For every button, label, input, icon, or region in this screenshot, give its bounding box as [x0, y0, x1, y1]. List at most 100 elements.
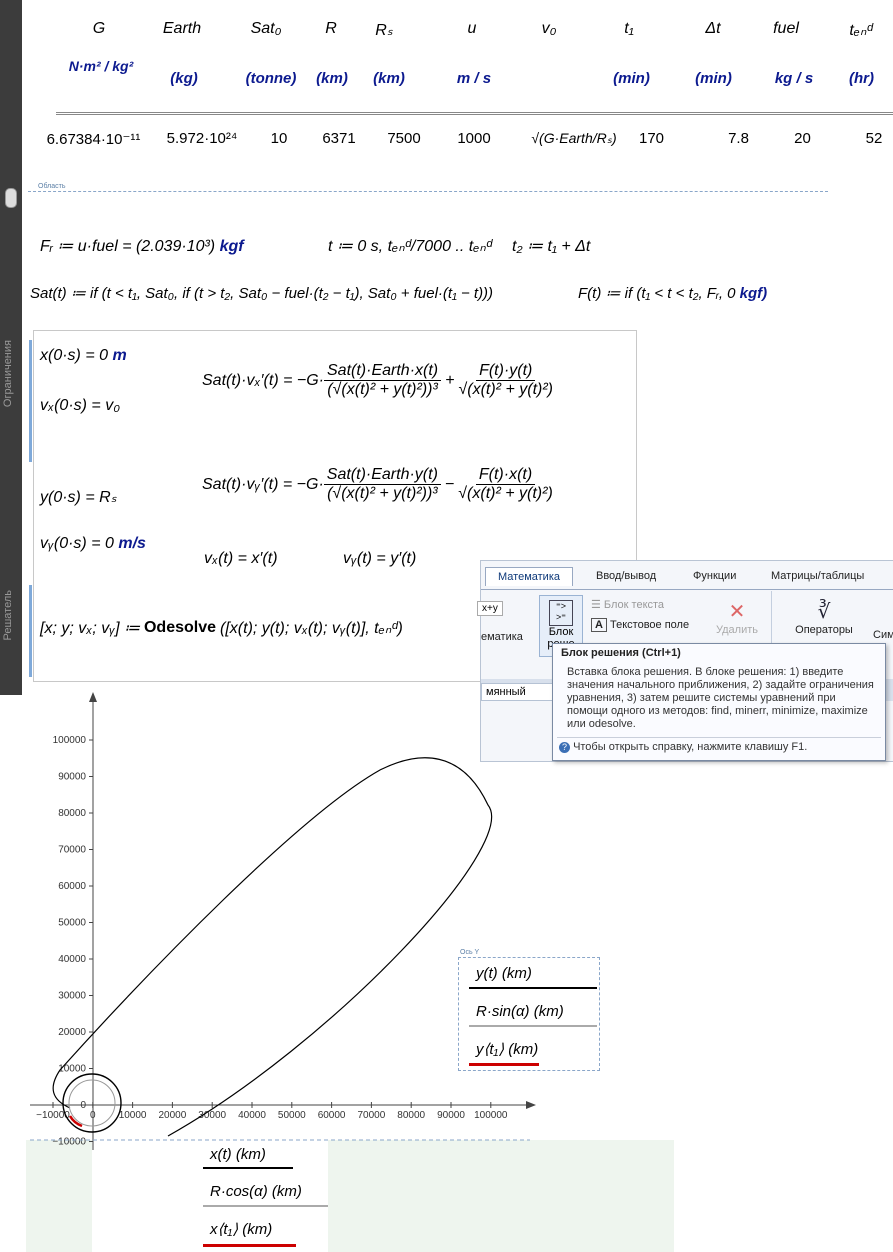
tab-io[interactable]: Ввод/вывод	[584, 567, 668, 585]
ode-y-den2: √(x(t)² + y(t)²)	[458, 485, 553, 502]
col-header: Δt	[705, 20, 721, 37]
value-cell: 1000	[457, 130, 491, 147]
text-field-label: Текстовое поле	[610, 619, 690, 631]
col-header: Earth	[162, 20, 202, 37]
y-legend-line	[469, 1063, 539, 1066]
col-header: tₑₙᵈ	[849, 22, 873, 39]
x0-text: x(0·s) = 0	[40, 347, 109, 364]
tab-math[interactable]: Математика	[485, 567, 573, 586]
value-cell: 20	[794, 130, 811, 147]
t-range-definition[interactable]: t ≔ 0 s, tₑₙᵈ/7000 .. tₑₙᵈ	[328, 236, 492, 256]
ode-x[interactable]: Sat(t)·vₓ′(t) = −G· Sat(t)·Earth·x(t) (√…	[202, 362, 553, 399]
collapse-handle[interactable]	[5, 188, 17, 208]
y-legend-item[interactable]: R·sin(α) (km)	[476, 1003, 564, 1020]
y-tick-label: 100000	[53, 735, 87, 746]
x-legend-line	[203, 1205, 328, 1207]
y-tick-label: 40000	[58, 954, 86, 965]
y-legend-item[interactable]: y⟨t₁⟩ (km)	[476, 1040, 538, 1058]
initial-vx[interactable]: vₓ(0·s) = v₀	[40, 397, 120, 415]
y-tick-label: −10000	[52, 1137, 86, 1148]
y-tick-label: 10000	[58, 1064, 86, 1075]
initial-y[interactable]: y(0·s) = Rₛ	[40, 487, 117, 507]
sat-definition[interactable]: Sat(t) ≔ if (t < t₁, Sat₀, if (t > t₂, S…	[30, 284, 493, 302]
unit-cell: (km)	[316, 70, 348, 87]
y-axis-arrow	[89, 692, 97, 702]
x-tick-label: 20000	[158, 1110, 186, 1121]
trajectory-curve	[52, 757, 493, 1137]
ode-x-frac1: Sat(t)·Earth·x(t) (√(x(t)² + y(t)²))³	[324, 362, 442, 399]
operators-label: Операторы	[795, 624, 853, 636]
f-definition[interactable]: F(t) ≔ if (t₁ < t < t₂, Fᵣ, 0 kgf)	[578, 284, 767, 302]
tab-functions[interactable]: Функции	[681, 567, 748, 585]
fr-definition[interactable]: Fᵣ ≔ u·fuel = (2.039·10³) kgf	[40, 236, 244, 256]
y-tick-label: 20000	[58, 1027, 86, 1038]
text-block-button[interactable]: ☰ Блок текста	[591, 598, 664, 611]
plus-sign: +	[445, 371, 455, 389]
f-def-unit: kgf)	[739, 285, 768, 302]
unit-cell: (km)	[373, 70, 405, 87]
symbols-button[interactable]: Сим	[873, 629, 893, 641]
col-header: v₀	[541, 20, 557, 37]
unit-cell: (min)	[695, 70, 732, 87]
value-cell: 7500	[387, 130, 421, 147]
tooltip-divider	[557, 737, 881, 738]
math-region-button[interactable]: x+y	[477, 601, 503, 616]
x-tick-label: 40000	[238, 1110, 266, 1121]
col-header: u	[467, 20, 477, 37]
text-field-icon: A	[591, 618, 607, 632]
vx-definition[interactable]: vₓ(t) = x′(t)	[204, 550, 278, 568]
col-header: Sat₀	[250, 20, 282, 37]
solve-block-icon: ⁼˃ ˃⁼	[549, 600, 573, 626]
y-legend-item[interactable]: y(t) (km)	[476, 965, 532, 982]
x-legend-item[interactable]: x(t) (km)	[210, 1146, 266, 1163]
x-tick-label: 70000	[357, 1110, 385, 1121]
y-tick-labels: 100000 90000 80000 70000 60000 50000 40000 3000…	[52, 735, 93, 1148]
unit-cell: m / s	[456, 70, 492, 87]
fr-unit: kgf	[219, 238, 244, 255]
col-header: fuel	[773, 20, 799, 37]
initial-x[interactable]: x(0·s) = 0 m	[40, 347, 127, 365]
axis-y-label: Ось Y	[460, 949, 480, 956]
unit-cell: (kg)	[170, 70, 198, 87]
text-block-icon: ☰	[591, 599, 604, 611]
sqrt-icon: ∛	[817, 601, 831, 623]
x-legend-item[interactable]: x⟨t₁⟩ (km)	[210, 1220, 272, 1238]
x-tick-label: 80000	[397, 1110, 425, 1121]
ode-y-frac1: Sat(t)·Earth·y(t) (√(x(t)² + y(t)²))³	[323, 466, 441, 503]
ode-y-lhs: Sat(t)·vᵧ′(t) = −G·	[202, 475, 324, 493]
x-tick-label: 60000	[318, 1110, 346, 1121]
value-cell: 10	[270, 130, 288, 147]
ode-y[interactable]: Sat(t)·vᵧ′(t) = −G· Sat(t)·Earth·y(t) (√…	[202, 466, 553, 503]
fr-text: Fᵣ ≔ u·fuel = (2.039·10³)	[40, 238, 216, 255]
text-field-button[interactable]: A Текстовое поле	[591, 618, 690, 632]
delete-icon: ✕	[728, 601, 746, 623]
t2-definition[interactable]: t₂ ≔ t₁ + Δt	[512, 236, 590, 256]
region-label: Область	[38, 183, 66, 190]
ode-y-num1: Sat(t)·Earth·y(t)	[323, 466, 441, 485]
value-cell: 6371	[322, 130, 356, 147]
constraints-label: Ограничения	[2, 340, 14, 408]
x-legend-item[interactable]: R·cos(α) (km)	[210, 1183, 302, 1200]
odesolve-call[interactable]: [x; y; vₓ; vᵧ] ≔ Odesolve ([x(t); y(t); …	[40, 618, 403, 638]
solve-block-tooltip: Блок решения (Ctrl+1) Вставка блока реше…	[552, 643, 886, 761]
tab-matrices[interactable]: Матрицы/таблицы	[759, 567, 876, 585]
help-icon: ?	[559, 742, 570, 753]
tooltip-title: Блок решения (Ctrl+1)	[561, 647, 681, 659]
value-cell: 52	[865, 130, 883, 147]
unit-cell: N·m² / kg²	[68, 58, 134, 74]
constraint-bar	[29, 340, 32, 462]
odesolve-args: ([x(t); y(t); vₓ(t); vᵧ(t)], tₑₙᵈ)	[220, 620, 403, 637]
vy0-text: vᵧ(0·s) = 0	[40, 535, 114, 552]
delete-label: Удалить	[716, 624, 758, 636]
ode-x-den2: √(x(t)² + y(t)²)	[458, 381, 553, 398]
unit-cell: (tonne)	[245, 70, 297, 87]
vy-definition[interactable]: vᵧ(t) = y′(t)	[343, 550, 416, 568]
value-cell: √(G·Earth/Rₛ)	[531, 130, 617, 146]
ode-y-num2: F(t)·x(t)	[475, 466, 536, 485]
region-divider	[28, 191, 828, 192]
y-tick-label: 90000	[58, 772, 86, 783]
value-cell: 7.8	[728, 130, 749, 147]
trajectory-plot: 100000 90000 80000 70000 60000 50000 40000 3000…	[30, 692, 536, 1150]
initial-vy[interactable]: vᵧ(0·s) = 0 m/s	[40, 535, 146, 553]
odesolve-lhs: [x; y; vₓ; vᵧ] ≔	[40, 620, 140, 637]
